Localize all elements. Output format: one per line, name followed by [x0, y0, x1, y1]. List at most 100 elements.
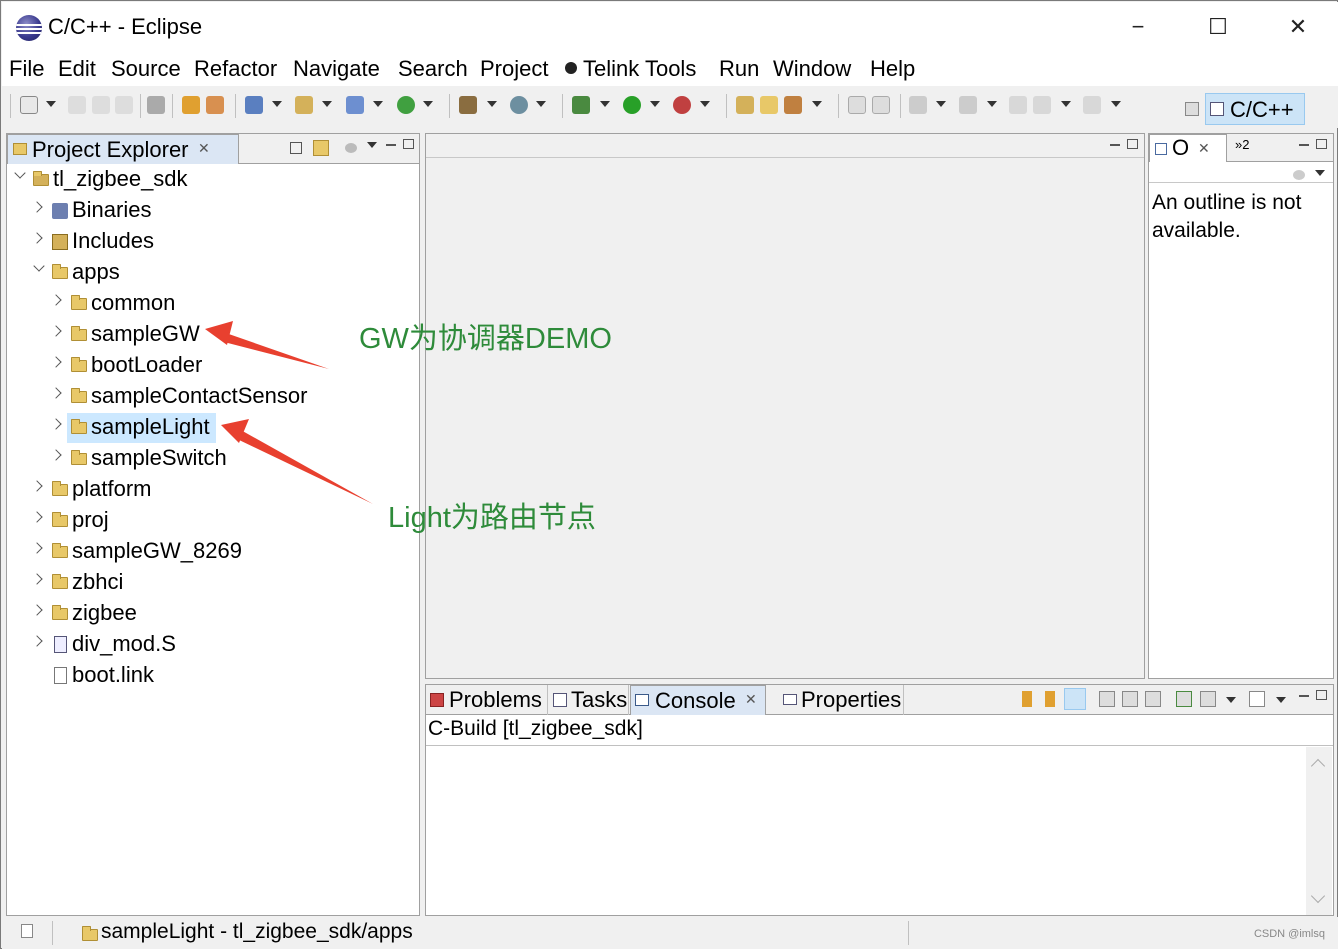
maximize-console-icon[interactable]: [1316, 690, 1327, 700]
open-type-icon[interactable]: [736, 96, 754, 114]
collapse-twisty-icon[interactable]: [31, 573, 43, 585]
collapse-twisty-icon[interactable]: [50, 449, 62, 461]
show-whitespace-icon[interactable]: [872, 96, 890, 114]
back-dropdown-icon[interactable]: [1061, 101, 1071, 107]
forward-icon[interactable]: [1083, 96, 1101, 114]
fast-view-icon[interactable]: [21, 924, 33, 938]
debug-dropdown-icon[interactable]: [600, 101, 610, 107]
new-dropdown-icon[interactable]: [46, 101, 56, 107]
hammer-icon[interactable]: [459, 96, 477, 114]
menu-window[interactable]: Window: [773, 56, 851, 82]
close-tab-icon[interactable]: ✕: [1198, 140, 1210, 157]
tab-problems[interactable]: Problems: [426, 685, 548, 715]
menu-run[interactable]: Run: [719, 56, 759, 82]
last-edit-icon[interactable]: [1009, 96, 1027, 114]
tree-item-proj[interactable]: proj: [7, 506, 419, 536]
save-all-icon[interactable]: [92, 96, 110, 114]
toggle-mark-icon[interactable]: [848, 96, 866, 114]
link-with-editor-icon[interactable]: [313, 140, 329, 156]
collapse-twisty-icon[interactable]: [50, 418, 62, 430]
filters-icon[interactable]: [345, 143, 357, 153]
debug-bug-icon[interactable]: [572, 96, 590, 114]
expand-twisty-icon[interactable]: [14, 167, 26, 179]
cpp-perspective-button[interactable]: C/C++: [1205, 93, 1305, 125]
outline-view-menu-icon[interactable]: [1315, 170, 1325, 176]
scroll-lock-icon[interactable]: [1064, 688, 1086, 710]
close-tab-icon[interactable]: ✕: [198, 140, 210, 157]
menu-telink-tools[interactable]: Telink Tools: [565, 56, 696, 82]
new-class-dropdown-icon[interactable]: [373, 101, 383, 107]
collapse-twisty-icon[interactable]: [50, 356, 62, 368]
tab-console[interactable]: Console ✕: [630, 685, 766, 715]
collapse-twisty-icon[interactable]: [50, 325, 62, 337]
project-explorer-tab[interactable]: Project Explorer ✕: [7, 134, 239, 164]
tree-item-tl-zigbee-sdk[interactable]: tl_zigbee_sdk: [7, 165, 419, 195]
expand-twisty-icon[interactable]: [33, 260, 45, 272]
open-perspective-icon[interactable]: [1185, 102, 1199, 116]
new-folder-dropdown-icon[interactable]: [322, 101, 332, 107]
remove-launch-icon[interactable]: [1145, 691, 1161, 707]
menu-project[interactable]: Project: [480, 56, 548, 82]
binary-icon[interactable]: [147, 96, 165, 114]
run-dropdown-icon[interactable]: [650, 101, 660, 107]
pin-console-icon[interactable]: [1176, 691, 1192, 707]
collapse-twisty-icon[interactable]: [50, 387, 62, 399]
new-project-dropdown-icon[interactable]: [272, 101, 282, 107]
build-icon[interactable]: [182, 96, 200, 114]
search-dropdown-icon[interactable]: [536, 101, 546, 107]
tree-item-samplecontactsensor[interactable]: sampleContactSensor: [7, 382, 419, 412]
scroll-up-icon[interactable]: [1045, 691, 1055, 707]
menu-help[interactable]: Help: [870, 56, 915, 82]
open-console-dropdown-icon[interactable]: [1276, 697, 1286, 703]
tree-item-apps[interactable]: apps: [7, 258, 419, 288]
minimize-view-icon[interactable]: [386, 144, 396, 146]
build-dropdown-icon[interactable]: [487, 101, 497, 107]
scroll-down-icon[interactable]: [1022, 691, 1032, 707]
clear-console-icon[interactable]: [1099, 691, 1115, 707]
minimize-editor-icon[interactable]: [1110, 144, 1120, 146]
tab-properties[interactable]: Properties: [780, 685, 904, 715]
display-console-dropdown-icon[interactable]: [1226, 697, 1236, 703]
open-folder-icon[interactable]: [760, 96, 778, 114]
new-source-folder-icon[interactable]: [295, 96, 313, 114]
tree-item-div-mod-s[interactable]: div_mod.S: [7, 630, 419, 660]
new-icon[interactable]: [20, 96, 38, 114]
tab-tasks[interactable]: Tasks: [549, 685, 629, 715]
external-tools-icon[interactable]: [673, 96, 691, 114]
scroll-down-arrow-icon[interactable]: [1310, 888, 1326, 904]
collapse-twisty-icon[interactable]: [31, 604, 43, 616]
tree-item-samplegw[interactable]: sampleGW: [7, 320, 419, 350]
collapse-twisty-icon[interactable]: [31, 511, 43, 523]
forward-dropdown-icon[interactable]: [1111, 101, 1121, 107]
tree-item-platform[interactable]: platform: [7, 475, 419, 505]
tree-item-zbhci[interactable]: zbhci: [7, 568, 419, 598]
collapse-twisty-icon[interactable]: [31, 201, 43, 213]
tree-item-boot-link[interactable]: boot.link: [7, 661, 419, 691]
menu-file[interactable]: File: [9, 56, 44, 82]
save-icon[interactable]: [68, 96, 86, 114]
menu-navigate[interactable]: Navigate: [293, 56, 380, 82]
collapse-twisty-icon[interactable]: [31, 232, 43, 244]
collapse-all-icon[interactable]: [290, 142, 302, 154]
maximize-view-icon[interactable]: [403, 139, 414, 149]
menu-source[interactable]: Source: [111, 56, 181, 82]
pen-icon[interactable]: [784, 96, 802, 114]
next-annotation-dropdown-icon[interactable]: [936, 101, 946, 107]
open-console-icon[interactable]: [1249, 691, 1265, 707]
scroll-up-arrow-icon[interactable]: [1310, 758, 1326, 774]
tree-item-includes[interactable]: Includes: [7, 227, 419, 257]
menu-refactor[interactable]: Refactor: [194, 56, 277, 82]
tree-item-binaries[interactable]: Binaries: [7, 196, 419, 226]
run-icon[interactable]: [623, 96, 641, 114]
menu-edit[interactable]: Edit: [58, 56, 96, 82]
filters-icon[interactable]: [1293, 170, 1305, 180]
console-scrollbar[interactable]: [1306, 747, 1332, 915]
refresh-dropdown-icon[interactable]: [423, 101, 433, 107]
new-class-icon[interactable]: [346, 96, 364, 114]
tree-item-sampleswitch[interactable]: sampleSwitch: [7, 444, 419, 474]
display-console-icon[interactable]: [1200, 691, 1216, 707]
close-tab-icon[interactable]: ✕: [745, 691, 757, 708]
search-target-icon[interactable]: [510, 96, 528, 114]
close-button[interactable]: ✕: [1268, 3, 1328, 51]
minimize-outline-icon[interactable]: [1299, 144, 1309, 146]
